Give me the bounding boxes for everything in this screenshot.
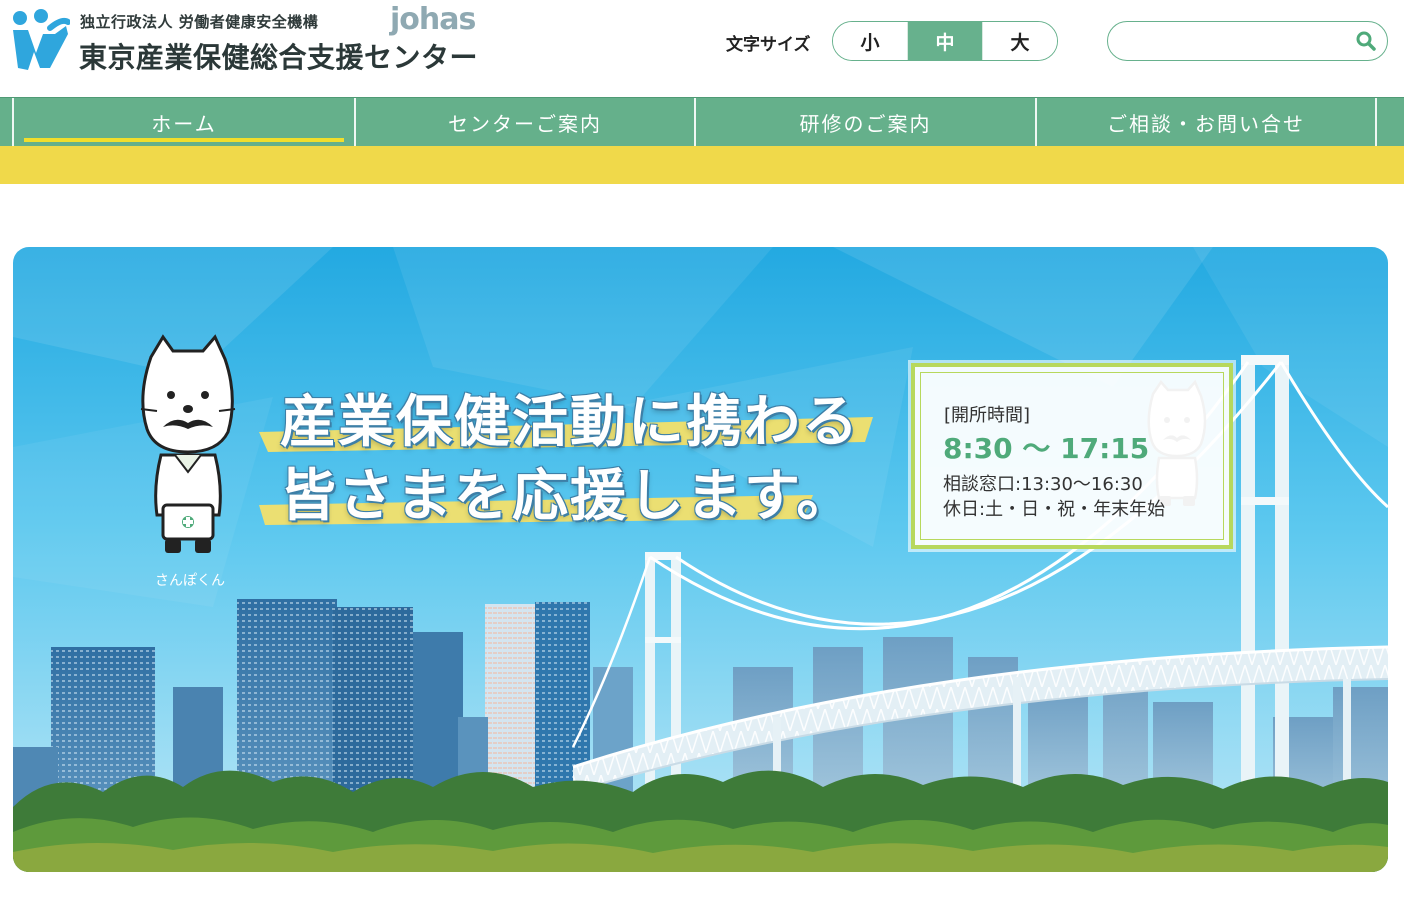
office-hours-label: [開所時間] <box>944 405 1031 426</box>
site-header: 独立行政法人 労働者健康安全機構 johas 東京産業保健総合支援センター 文字… <box>0 0 1404 97</box>
organization-logo-icon[interactable] <box>10 8 71 74</box>
nav-divider <box>1375 98 1377 147</box>
font-size-medium-button[interactable]: 中 <box>907 22 982 60</box>
organization-parent-name: 独立行政法人 労働者健康安全機構 <box>80 13 319 31</box>
nav-active-indicator <box>24 138 344 142</box>
hero-illustration <box>13 247 1388 872</box>
holiday-info: 休日:土・日・祝・年末年始 <box>943 499 1166 520</box>
mascot-name-label: さんぽくん <box>155 573 225 589</box>
nav-item-contact[interactable]: ご相談・お問い合せ <box>1037 98 1375 147</box>
office-hours-time: 8:30 〜 17:15 <box>943 432 1150 465</box>
font-size-small-button[interactable]: 小 <box>833 22 907 60</box>
search-input[interactable] <box>1122 28 1352 54</box>
hero-headline-line-1: 産業保健活動に携わる <box>280 390 860 455</box>
nav-item-center-guide[interactable]: センターご案内 <box>356 98 694 147</box>
font-size-switcher: 小 中 大 <box>832 21 1058 61</box>
hero-banner <box>13 247 1388 872</box>
font-size-label: 文字サイズ <box>726 35 811 55</box>
search-box <box>1107 21 1388 61</box>
johas-logo: johas <box>390 2 476 37</box>
hero-headline-line-2: 皆さまを応援します。 <box>280 464 855 529</box>
yellow-band <box>0 146 1404 184</box>
site-title[interactable]: 東京産業保健総合支援センター <box>79 36 478 76</box>
global-nav: ホーム センターご案内 研修のご案内 ご相談・お問い合せ <box>0 97 1404 147</box>
font-size-large-button[interactable]: 大 <box>982 22 1057 60</box>
search-icon[interactable] <box>1355 30 1377 52</box>
consultation-hours: 相談窓口:13:30〜16:30 <box>943 474 1143 495</box>
nav-item-training[interactable]: 研修のご案内 <box>696 98 1035 147</box>
office-hours-panel: [開所時間] 8:30 〜 17:15 相談窓口:13:30〜16:30 休日:… <box>911 363 1233 549</box>
